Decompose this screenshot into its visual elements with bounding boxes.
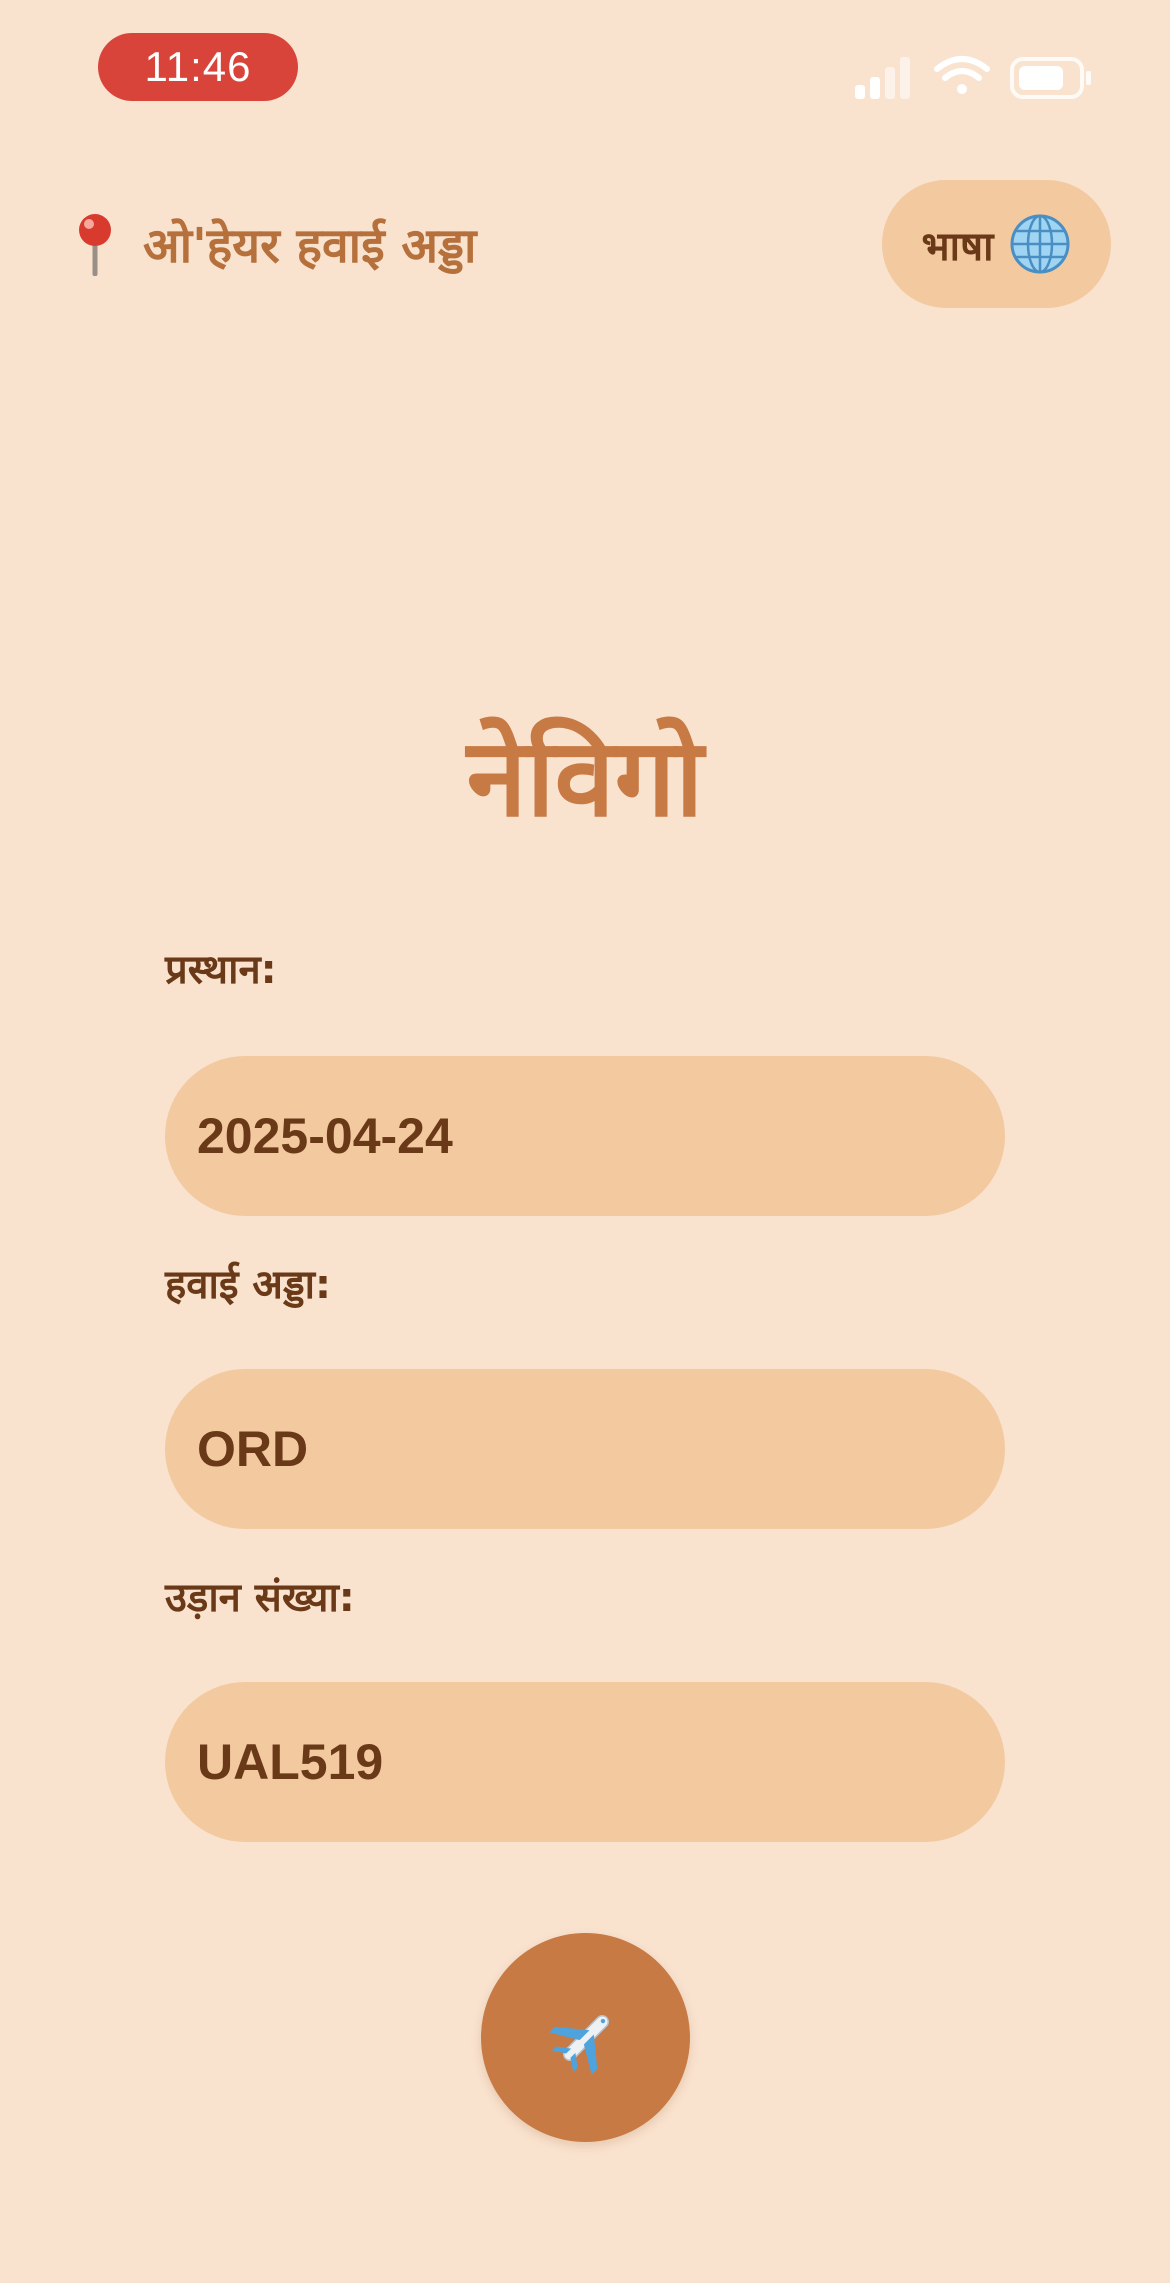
map-pin-icon: [79, 214, 111, 276]
app-title: नेविगो: [466, 716, 704, 841]
flight-number-field[interactable]: UAL519: [165, 1682, 1005, 1842]
airplane-icon: [548, 2014, 609, 2075]
departure-field[interactable]: 2025-04-24: [165, 1056, 1005, 1216]
location-label: ओ'हेयर हवाई अड्डा: [143, 217, 477, 274]
departure-label: प्रस्थान:: [165, 947, 277, 993]
flight-number-label: उड़ान संख्या:: [165, 1575, 355, 1621]
wifi-icon: [934, 56, 990, 94]
status-time: 11:46: [98, 33, 298, 101]
globe-icon: [1010, 214, 1070, 274]
status-icons: [855, 56, 1091, 99]
submit-button[interactable]: [481, 1933, 690, 2142]
airport-field[interactable]: ORD: [165, 1369, 1005, 1529]
airport-label: हवाई अड्डा:: [165, 1262, 332, 1308]
language-button-label: भाषा: [921, 223, 994, 270]
language-button[interactable]: भाषा: [882, 180, 1111, 308]
cellular-signal-icon: [855, 57, 910, 99]
battery-icon: [1010, 57, 1091, 99]
